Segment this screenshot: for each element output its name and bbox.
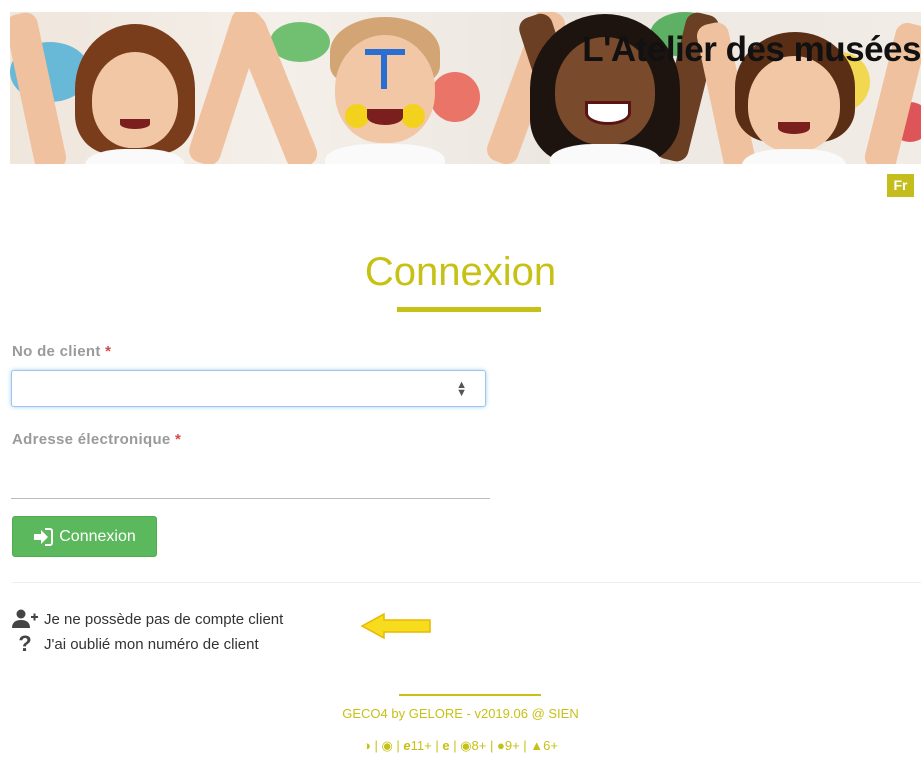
footer-credit: GECO4 by GELORE - v2019.06 @ SIEN	[342, 706, 579, 721]
edge-icon: e	[442, 738, 450, 753]
spin-down-icon[interactable]: ▼	[456, 388, 467, 399]
title-underline	[397, 307, 541, 312]
client-number-input[interactable]: ▲ ▼	[11, 370, 486, 407]
browser-support: ◑ | ◉ | e11+ | e | ◉8+ | ●9+ | ▲6+	[363, 738, 558, 753]
language-switch[interactable]: Fr	[887, 174, 914, 197]
android-icon: ▲	[530, 738, 544, 753]
connexion-button[interactable]: Connexion	[12, 516, 157, 557]
safari-version: 8+	[471, 738, 487, 753]
client-number-label-text: No de client	[12, 343, 101, 360]
email-label: Adresse électronique *	[12, 431, 181, 448]
footer-divider	[399, 694, 541, 696]
forgot-number-text[interactable]: J'ai oublié mon numéro de client	[44, 636, 259, 653]
no-account-text[interactable]: Je ne possède pas de compte client	[44, 611, 283, 628]
divider	[12, 582, 921, 583]
number-spinner[interactable]: ▲ ▼	[456, 380, 467, 399]
no-account-link[interactable]: Je ne possède pas de compte client	[12, 609, 283, 629]
safari-icon: ◉	[460, 738, 472, 753]
apple-version: 9+	[504, 738, 520, 753]
user-plus-icon	[12, 609, 38, 628]
child-photo	[315, 12, 455, 164]
email-label-text: Adresse électronique	[12, 431, 171, 448]
page-title: Connexion	[364, 250, 557, 294]
apple-icon: ●	[496, 738, 505, 753]
ie-version: 11+	[410, 738, 432, 753]
firefox-icon: ◑	[363, 738, 371, 753]
arrow-pointer-icon	[360, 612, 431, 640]
ie-icon: e	[403, 738, 411, 753]
question-icon: ?	[18, 631, 32, 656]
required-marker: *	[105, 343, 112, 360]
forgot-number-link[interactable]: ? J'ai oublié mon numéro de client	[12, 631, 259, 656]
email-input[interactable]	[11, 460, 490, 499]
child-photo	[70, 14, 200, 164]
chrome-icon: ◉	[381, 738, 393, 753]
sign-in-icon	[34, 527, 54, 546]
required-marker: *	[175, 431, 182, 448]
site-title: L'Atelier des musées	[582, 30, 921, 69]
connexion-button-label: Connexion	[59, 527, 136, 545]
client-number-label: No de client *	[12, 343, 111, 360]
android-version: 6+	[543, 738, 558, 753]
header-banner: L'Atelier des musées	[10, 12, 921, 164]
